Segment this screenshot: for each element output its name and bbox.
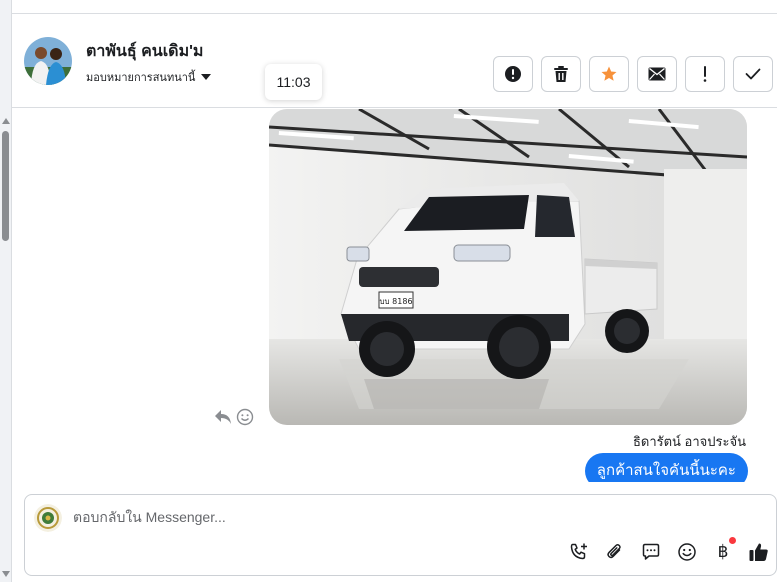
notification-dot [729, 537, 736, 544]
star-button[interactable] [589, 56, 629, 92]
message-thread[interactable]: บบ 8186 ธิดารัตน์ อาจประจัน ลูกค้าสนใจคั… [12, 108, 777, 482]
reply-icon[interactable] [213, 408, 233, 431]
exclamation-icon [703, 66, 707, 82]
contact-name: ตาพันธุ์ คนเดิม'ม [86, 43, 204, 60]
delete-button[interactable] [541, 56, 581, 92]
reply-input[interactable] [73, 509, 673, 525]
flag-button[interactable] [685, 56, 725, 92]
scroll-up-arrow-icon[interactable] [2, 118, 10, 124]
assign-label: มอบหมายการสนทนานี้ [86, 72, 196, 84]
baht-icon[interactable]: ฿ [712, 537, 736, 563]
header-actions [493, 56, 773, 92]
reply-composer: ฿ [24, 494, 777, 576]
baht-symbol: ฿ [717, 542, 729, 561]
chat-bubble-icon[interactable] [640, 541, 662, 563]
left-panel-edge [0, 0, 12, 582]
emoji-icon[interactable] [676, 541, 698, 563]
chevron-down-icon [201, 74, 212, 80]
phone-plus-icon[interactable] [568, 541, 590, 563]
check-icon [745, 68, 761, 80]
page-avatar [34, 504, 62, 532]
trash-icon [554, 66, 568, 82]
alert-circle-icon [505, 66, 521, 82]
paperclip-icon[interactable] [604, 541, 626, 563]
conversation-header: ตาพันธุ์ คนเดิม'ม มอบหมายการสนทนานี้ [12, 14, 777, 108]
thumbs-up-icon[interactable] [748, 541, 770, 563]
done-button[interactable] [733, 56, 773, 92]
contact-avatar[interactable] [24, 37, 72, 85]
report-button[interactable] [493, 56, 533, 92]
message-bubble[interactable]: ลูกค้าสนใจคันนี้นะคะ [584, 453, 748, 482]
vehicle-photo-attachment[interactable]: บบ 8186 [269, 109, 747, 425]
license-plate-text: บบ 8186 [379, 297, 412, 306]
composer-tools: ฿ [568, 537, 770, 563]
scroll-down-arrow-icon[interactable] [2, 571, 10, 577]
react-emoji-icon[interactable] [236, 408, 254, 431]
star-icon [601, 66, 617, 81]
mark-unread-button[interactable] [637, 56, 677, 92]
sender-name: ธิดารัตน์ อาจประจัน [632, 434, 746, 449]
assign-conversation-dropdown[interactable]: มอบหมายการสนทนานี้ [86, 68, 212, 86]
envelope-icon [648, 67, 666, 81]
timestamp-tooltip: 11:03 [265, 64, 322, 100]
scrollbar-thumb[interactable] [2, 131, 9, 241]
